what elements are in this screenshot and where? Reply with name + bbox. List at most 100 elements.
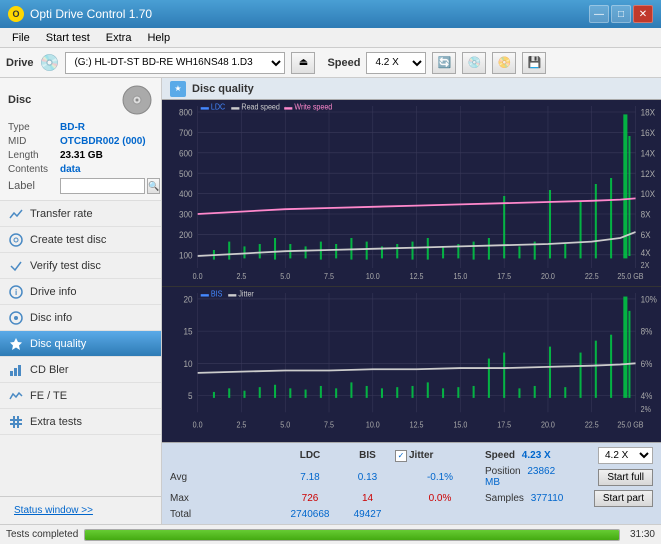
menu-help[interactable]: Help [139, 30, 178, 46]
disc-quality-label: Disc quality [30, 338, 86, 350]
sidebar-item-disc-quality[interactable]: Disc quality [0, 331, 161, 357]
svg-text:Write speed: Write speed [294, 102, 332, 112]
svg-text:4X: 4X [641, 247, 651, 258]
svg-text:17.5: 17.5 [497, 271, 511, 281]
extra-tests-label: Extra tests [30, 416, 82, 428]
drive-select[interactable]: (G:) HL-DT-ST BD-RE WH16NS48 1.D3 [65, 52, 285, 74]
nav-list: Transfer rate Create test disc Verify te… [0, 201, 161, 496]
maximize-button[interactable]: □ [611, 5, 631, 23]
bis-max: 14 [340, 493, 395, 504]
speed-label: Speed [327, 57, 360, 69]
bis-total: 49427 [340, 509, 395, 520]
svg-text:25.0 GB: 25.0 GB [617, 271, 643, 281]
disc-info-label: Disc info [30, 312, 72, 324]
svg-text:700: 700 [179, 127, 193, 138]
speed-val: 4.23 X [522, 450, 551, 461]
top-chart: 800 700 600 500 400 300 200 100 18X 16X … [162, 100, 661, 287]
svg-text:12.5: 12.5 [410, 420, 424, 430]
drive-bar: Drive 💿 (G:) HL-DT-ST BD-RE WH16NS48 1.D… [0, 48, 661, 78]
panel-header: ★ Disc quality [162, 78, 661, 100]
type-label: Type [8, 122, 60, 133]
eject-button[interactable]: ⏏ [291, 52, 315, 74]
transfer-rate-label: Transfer rate [30, 208, 93, 220]
svg-text:5.0: 5.0 [280, 420, 290, 430]
svg-text:5.0: 5.0 [280, 271, 291, 281]
create-test-disc-icon [8, 232, 24, 248]
sidebar-item-transfer-rate[interactable]: Transfer rate [0, 201, 161, 227]
ldc-avg: 7.18 [280, 472, 340, 483]
drive-info-icon: i [8, 284, 24, 300]
mid-value: OTCBDR002 (000) [60, 136, 146, 147]
start-full-button[interactable]: Start full [598, 469, 653, 486]
stats-speed-dropdown[interactable]: 4.2 X [598, 447, 653, 464]
disc-button[interactable]: 💿 [462, 52, 486, 74]
close-button[interactable]: ✕ [633, 5, 653, 23]
sidebar-item-cd-bler[interactable]: CD Bler [0, 357, 161, 383]
contents-label: Contents [8, 164, 60, 175]
cd-bler-icon [8, 362, 24, 378]
main-area: Disc Type BD-R MID OTCBDR002 (000) Lengt… [0, 78, 661, 524]
save-button[interactable]: 💾 [522, 52, 546, 74]
sidebar-item-create-test-disc[interactable]: Create test disc [0, 227, 161, 253]
top-chart-svg: 800 700 600 500 400 300 200 100 18X 16X … [162, 100, 661, 286]
sidebar-item-extra-tests[interactable]: Extra tests [0, 409, 161, 435]
panel-icon: ★ [170, 81, 186, 97]
svg-text:15.0: 15.0 [453, 271, 467, 281]
speed-select[interactable]: 4.2 X [366, 52, 426, 74]
svg-text:7.5: 7.5 [324, 420, 334, 430]
jitter-col-header: ✓ Jitter [395, 450, 485, 462]
svg-text:18X: 18X [641, 107, 656, 118]
menu-start-test[interactable]: Start test [38, 30, 98, 46]
verify-test-disc-icon [8, 258, 24, 274]
svg-text:800: 800 [179, 107, 193, 118]
minimize-button[interactable]: — [589, 5, 609, 23]
disc2-button[interactable]: 📀 [492, 52, 516, 74]
svg-text:17.5: 17.5 [497, 420, 511, 430]
svg-text:0.0: 0.0 [193, 271, 204, 281]
cd-bler-label: CD Bler [30, 364, 69, 376]
svg-text:8%: 8% [641, 326, 653, 337]
svg-text:4%: 4% [641, 390, 653, 401]
start-part-button[interactable]: Start part [594, 490, 653, 507]
samples-label-row: Samples 377110 [485, 493, 565, 504]
jitter-checkbox[interactable]: ✓ [395, 450, 407, 462]
svg-text:2.5: 2.5 [236, 420, 246, 430]
disc-panel: Disc Type BD-R MID OTCBDR002 (000) Lengt… [0, 78, 161, 201]
svg-text:25.0 GB: 25.0 GB [617, 420, 643, 430]
status-window-button[interactable]: Status window >> [6, 501, 101, 520]
progress-fill [85, 530, 619, 540]
svg-text:20.0: 20.0 [541, 271, 555, 281]
type-value: BD-R [60, 122, 85, 133]
label-input[interactable] [60, 178, 145, 194]
avg-row-label: Avg [170, 472, 280, 483]
svg-text:10.0: 10.0 [366, 420, 380, 430]
svg-text:300: 300 [179, 209, 193, 220]
sidebar-item-verify-test-disc[interactable]: Verify test disc [0, 253, 161, 279]
svg-text:10X: 10X [641, 189, 656, 200]
verify-test-disc-label: Verify test disc [30, 260, 101, 272]
content-area: ★ Disc quality [162, 78, 661, 524]
drive-icon: 💿 [40, 53, 60, 73]
svg-text:22.5: 22.5 [585, 420, 599, 430]
svg-text:6X: 6X [641, 229, 651, 240]
mid-label: MID [8, 136, 60, 147]
svg-text:22.5: 22.5 [585, 271, 599, 281]
jitter-avg: -0.1% [395, 472, 485, 483]
sidebar: Disc Type BD-R MID OTCBDR002 (000) Lengt… [0, 78, 162, 524]
menu-extra[interactable]: Extra [98, 30, 140, 46]
sidebar-item-drive-info[interactable]: i Drive info [0, 279, 161, 305]
svg-text:20.0: 20.0 [541, 420, 555, 430]
progress-bar [84, 529, 620, 541]
refresh-button[interactable]: 🔄 [432, 52, 456, 74]
sidebar-item-disc-info[interactable]: Disc info [0, 305, 161, 331]
disc-info-icon [8, 310, 24, 326]
sidebar-item-fe-te[interactable]: FE / TE [0, 383, 161, 409]
ldc-col-header: LDC [280, 450, 340, 461]
svg-text:12X: 12X [641, 168, 656, 179]
svg-text:7.5: 7.5 [324, 271, 334, 281]
label-button[interactable]: 🔍 [147, 178, 160, 194]
speed-control: 4.2 X [598, 447, 653, 464]
menu-file[interactable]: File [4, 30, 38, 46]
svg-text:200: 200 [179, 229, 193, 240]
max-row-label: Max [170, 493, 280, 504]
